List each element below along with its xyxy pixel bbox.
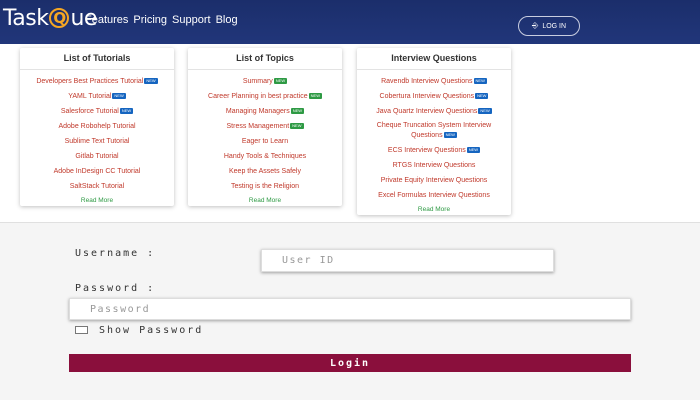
list-item-label: Cobertura Interview Questions [379, 93, 475, 100]
list-item[interactable]: Private Equity Interview Questions [357, 173, 511, 188]
list-item-label: Developers Best Practices Tutorial [36, 78, 144, 85]
read-more-link[interactable]: Read More [20, 194, 174, 206]
new-badge: NEW [473, 78, 487, 84]
topics-panel: List of Topics Summary NEW Career Planning… [188, 48, 342, 206]
header-login-label: LOG IN [542, 22, 567, 30]
read-more-link[interactable]: Read More [188, 194, 342, 206]
list-item-label: Adobe InDesign CC Tutorial [53, 168, 141, 175]
login-icon: ⎆ [531, 21, 539, 30]
list-item-label: Sublime Text Tutorial [64, 138, 130, 145]
logo[interactable]: Task Que [3, 6, 97, 31]
list-item-label: Gitlab Tutorial [75, 153, 119, 160]
list-item-label: Private Equity Interview Questions [380, 177, 488, 184]
list-item[interactable]: Handy Tools & Techniques [188, 149, 342, 164]
new-badge: NEW [443, 132, 457, 138]
list-item[interactable]: Summary NEW [188, 74, 342, 89]
list-item-label: ECS Interview Questions [387, 147, 466, 154]
list-item[interactable]: Career Planning in best practice NEW [188, 89, 342, 104]
new-badge: NEW [119, 108, 134, 114]
list-item[interactable]: Java Quartz Interview Questions NEW [357, 104, 511, 119]
list-item[interactable]: Sublime Text Tutorial [20, 134, 174, 149]
list-item-label: SaltStack Tutorial [69, 183, 125, 190]
list-item[interactable]: Gitlab Tutorial [20, 149, 174, 164]
list-item[interactable]: Cheque Truncation System Interview Quest… [357, 119, 511, 143]
password-input[interactable]: Password [69, 298, 631, 320]
nav-features[interactable]: Features [85, 14, 128, 26]
list-item[interactable]: RTGS Interview Questions [357, 158, 511, 173]
new-badge: NEW [112, 93, 126, 99]
list-item[interactable]: SaltStack Tutorial [20, 179, 174, 194]
logo-text-left: Task [3, 6, 49, 31]
read-more-link[interactable]: Read More [357, 203, 511, 215]
main-nav: Features Pricing Support Blog [85, 14, 238, 26]
list-item[interactable]: Developers Best Practices Tutorial NEW [20, 74, 174, 89]
list-item-label: Java Quartz Interview Questions [376, 108, 478, 115]
nav-pricing[interactable]: Pricing [133, 14, 167, 26]
new-badge: NEW [475, 93, 489, 99]
list-item[interactable]: YAML Tutorial NEW [20, 89, 174, 104]
panel-title: List of Tutorials [20, 48, 174, 70]
password-label: Password : [75, 283, 156, 294]
list-item-label: Eager to Learn [241, 138, 289, 145]
list-item-label: Summary [242, 78, 273, 85]
panel-title: Interview Questions [357, 48, 511, 70]
logo-q-mark: Q [49, 8, 70, 28]
list-item-label: YAML Tutorial [68, 93, 112, 100]
list-item-label: Testing is the Religion [230, 183, 300, 190]
list-item-label: RTGS Interview Questions [392, 162, 476, 169]
login-submit-button[interactable]: Login [69, 354, 631, 372]
list-item[interactable]: Excel Formulas Interview Questions [357, 188, 511, 203]
nav-support[interactable]: Support [172, 14, 211, 26]
nav-blog[interactable]: Blog [216, 14, 238, 26]
show-password-label: Show Password [99, 325, 204, 336]
header-login-button[interactable]: ⎆ LOG IN [518, 16, 580, 36]
username-input[interactable]: User ID [261, 249, 554, 272]
list-item-label: Salesforce Tutorial [60, 108, 119, 115]
list-item-label: Stress Management [226, 123, 290, 130]
list-item[interactable]: Keep the Assets Safely [188, 164, 342, 179]
list-item-label: Adobe Robohelp Tutorial [58, 123, 136, 130]
list-item[interactable]: Ravendb Interview Questions NEW [357, 74, 511, 89]
list-item[interactable]: Adobe InDesign CC Tutorial [20, 164, 174, 179]
new-badge: NEW [308, 93, 322, 99]
interview-panel: Interview Questions Ravendb Interview Qu… [357, 48, 511, 215]
list-item[interactable]: Eager to Learn [188, 134, 342, 149]
topics-list: Summary NEW Career Planning in best practi… [188, 70, 342, 194]
list-item[interactable]: Adobe Robohelp Tutorial [20, 119, 174, 134]
new-badge: NEW [144, 78, 158, 84]
list-item-label: Handy Tools & Techniques [223, 153, 307, 160]
new-badge: NEW [466, 147, 481, 153]
tutorials-list: Developers Best Practices Tutorial NEW YAM… [20, 70, 174, 194]
list-item-label: Cheque Truncation System Interview Quest… [376, 122, 492, 139]
list-item[interactable]: ECS Interview Questions NEW [357, 143, 511, 158]
show-password-checkbox[interactable] [75, 326, 88, 334]
list-item[interactable]: Stress Management NEW [188, 119, 342, 134]
interview-list: Ravendb Interview Questions NEW Cobertura … [357, 70, 511, 203]
new-badge: NEW [290, 123, 304, 129]
list-item-label: Managing Managers [225, 108, 290, 115]
list-item-label: Ravendb Interview Questions [381, 78, 473, 85]
new-badge: NEW [478, 108, 492, 114]
list-item-label: Career Planning in best practice [208, 93, 308, 100]
top-header: Task Que Features Pricing Support Blog ⎆ … [0, 0, 700, 44]
new-badge: NEW [290, 108, 305, 114]
list-item[interactable]: Managing Managers NEW [188, 104, 342, 119]
list-item[interactable]: Salesforce Tutorial NEW [20, 104, 174, 119]
list-item[interactable]: Cobertura Interview Questions NEW [357, 89, 511, 104]
new-badge: NEW [273, 78, 288, 84]
list-item[interactable]: Testing is the Religion [188, 179, 342, 194]
tutorials-panel: List of Tutorials Developers Best Practi… [20, 48, 174, 206]
panel-title: List of Topics [188, 48, 342, 70]
list-item-label: Excel Formulas Interview Questions [378, 192, 490, 199]
list-item-label: Keep the Assets Safely [229, 168, 301, 175]
username-label: Username : [75, 248, 156, 259]
